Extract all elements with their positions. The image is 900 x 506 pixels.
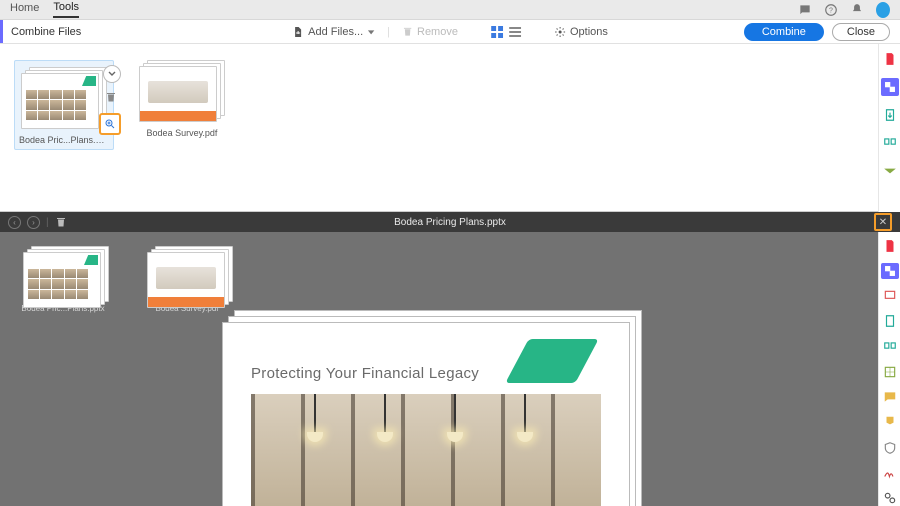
close-button[interactable]: Close xyxy=(832,23,890,41)
edit-pdf-icon[interactable] xyxy=(881,289,899,304)
create-pdf-icon[interactable] xyxy=(881,50,899,68)
svg-text:?: ? xyxy=(829,7,833,14)
grid-view-icon[interactable] xyxy=(490,25,504,39)
chat-icon[interactable] xyxy=(798,3,812,17)
menu-tools[interactable]: Tools xyxy=(53,1,79,18)
prev-page-icon[interactable]: ‹ xyxy=(8,216,21,229)
right-tool-rail-top xyxy=(878,44,900,212)
file-grid: Bodea Pric...Plans.pptx Bodea Survey.pdf xyxy=(0,44,900,212)
right-tool-rail-bottom xyxy=(878,232,900,506)
file-name: Bodea Pric...Plans.pptx xyxy=(19,135,109,145)
options-button[interactable]: Options xyxy=(550,24,612,40)
add-files-button[interactable]: Add Files... xyxy=(288,24,379,40)
organize-pages-icon[interactable] xyxy=(881,134,899,152)
mini-file-tile[interactable]: Bodea Survey.pdf xyxy=(142,246,232,313)
preview-filename: Bodea Pricing Plans.pptx xyxy=(394,217,506,228)
collapse-icon[interactable] xyxy=(103,65,121,83)
file-tile[interactable]: Bodea Survey.pdf xyxy=(132,60,232,138)
next-page-icon[interactable]: › xyxy=(27,216,40,229)
user-avatar[interactable] xyxy=(876,3,890,17)
organize-pages-icon[interactable] xyxy=(881,339,899,354)
slide-preview: Protecting Your Financial Legacy xyxy=(222,310,642,506)
options-label: Options xyxy=(570,26,608,38)
mini-file-tile[interactable]: Bodea Pric...Plans.pptx xyxy=(18,246,108,313)
combine-files-icon[interactable] xyxy=(881,263,899,278)
expand-preview-icon[interactable] xyxy=(99,113,121,135)
delete-preview-icon[interactable] xyxy=(55,216,67,228)
combine-files-icon[interactable] xyxy=(881,78,899,96)
slide-photo xyxy=(251,394,601,506)
preview-body: Bodea Pric...Plans.pptx Bodea Survey.pdf… xyxy=(0,232,900,506)
file-tile[interactable]: Bodea Pric...Plans.pptx xyxy=(14,60,114,150)
sign-icon[interactable] xyxy=(881,465,899,480)
protect-icon[interactable] xyxy=(881,440,899,455)
spreadsheet-icon[interactable] xyxy=(881,364,899,379)
list-view-icon[interactable] xyxy=(508,25,522,39)
combine-toolbar: Combine Files Add Files... | Remove Opti… xyxy=(0,20,900,44)
menu-home[interactable]: Home xyxy=(10,2,39,17)
comment-icon[interactable] xyxy=(881,390,899,405)
bell-icon[interactable] xyxy=(850,3,864,17)
file-name: Bodea Survey.pdf xyxy=(132,128,232,138)
app-menubar: Home Tools ? xyxy=(0,0,900,20)
more-tools-icon[interactable] xyxy=(881,162,899,180)
create-pdf-icon[interactable] xyxy=(881,238,899,253)
export-pdf-icon[interactable] xyxy=(881,106,899,124)
combine-button[interactable]: Combine xyxy=(744,23,824,41)
delete-icon[interactable] xyxy=(103,89,119,105)
more-tools-icon[interactable] xyxy=(881,491,899,506)
toolbar-title: Combine Files xyxy=(11,26,81,38)
toolbar-accent xyxy=(0,20,3,43)
add-files-label: Add Files... xyxy=(308,26,363,38)
export-pdf-icon[interactable] xyxy=(881,314,899,329)
preview-header: ‹ › | Bodea Pricing Plans.pptx ✕ xyxy=(0,212,900,232)
stamp-icon[interactable] xyxy=(881,415,899,430)
remove-label: Remove xyxy=(417,26,458,38)
help-icon[interactable]: ? xyxy=(824,3,838,17)
view-toggle xyxy=(490,25,522,39)
close-preview-icon[interactable]: ✕ xyxy=(874,213,892,231)
remove-button: Remove xyxy=(398,24,462,40)
